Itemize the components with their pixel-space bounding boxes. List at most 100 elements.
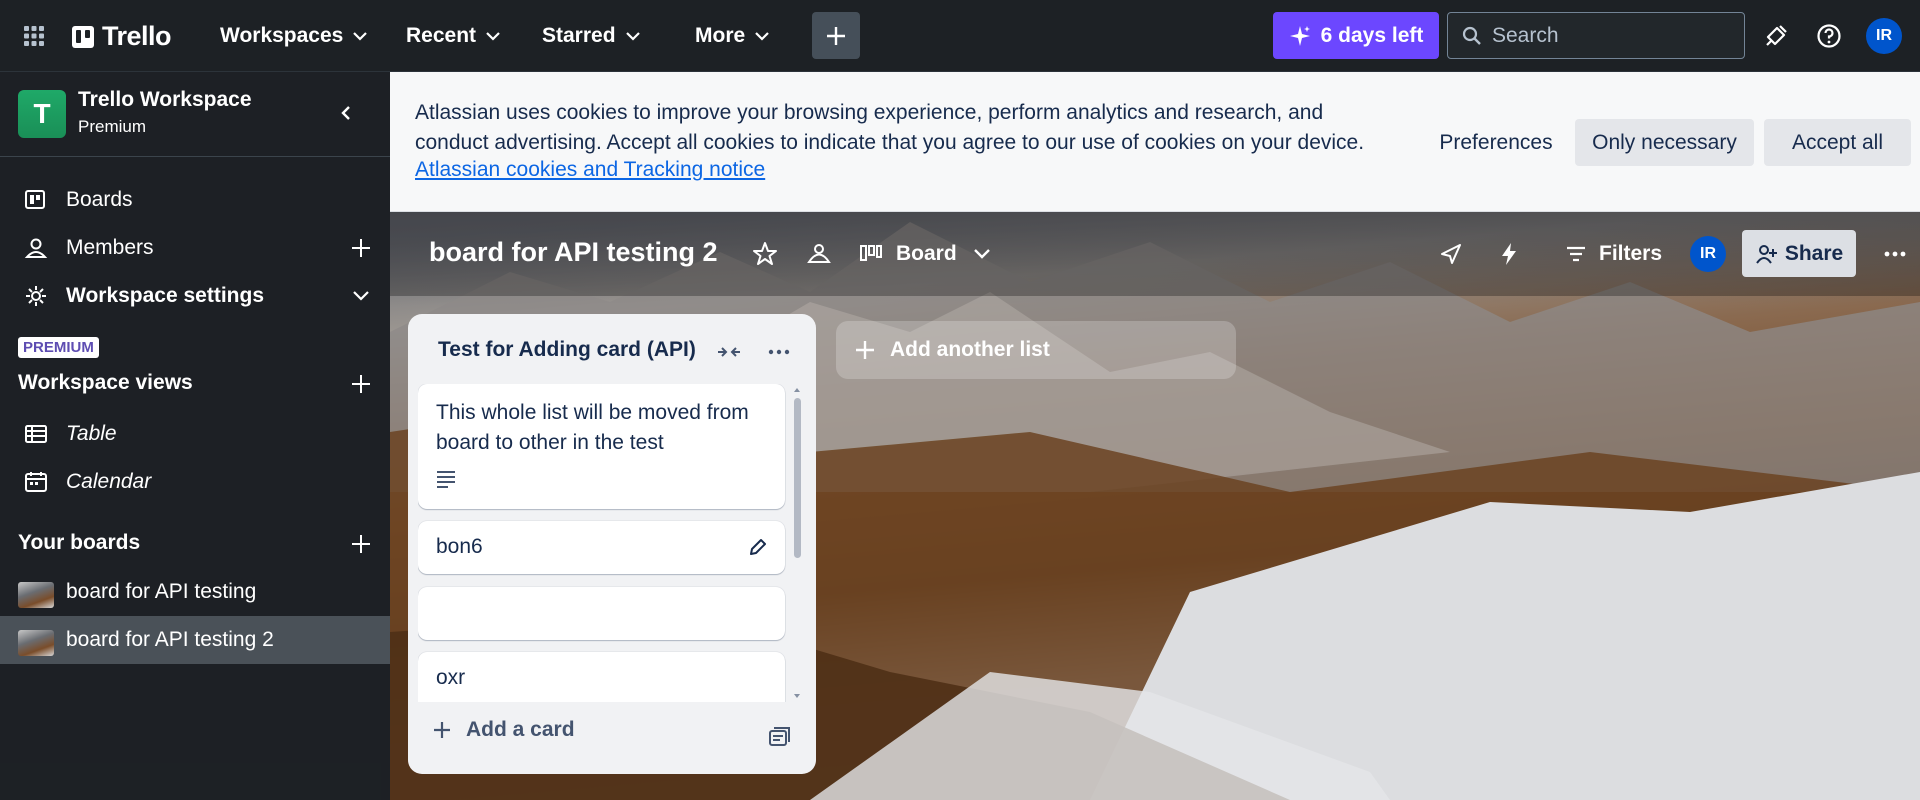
more-options-icon[interactable] [1882, 241, 1908, 267]
filters-button[interactable]: Filters [1565, 232, 1662, 276]
sidebar-board-label: board for API testing [66, 580, 257, 603]
scroll-down-arrow-icon[interactable] [793, 692, 801, 700]
add-view-plus-icon[interactable] [350, 373, 372, 395]
board-view-label: Board [896, 242, 957, 265]
gear-icon [26, 286, 46, 306]
only-necessary-button[interactable]: Only necessary [1575, 119, 1754, 166]
card-title: oxr [436, 666, 466, 689]
chevron-down-icon[interactable] [350, 285, 372, 307]
chevron-down-icon [625, 32, 640, 41]
card[interactable]: bon6 [418, 521, 785, 574]
more-menu[interactable]: More [695, 0, 771, 72]
chevron-down-icon [486, 32, 500, 41]
trial-button[interactable]: 6 days left [1273, 12, 1439, 59]
accept-all-label: Accept all [1791, 130, 1884, 154]
card-title: This whole list will be moved from board… [436, 401, 749, 454]
add-member-plus-icon[interactable] [350, 237, 372, 259]
workspace-initial: T [33, 98, 51, 129]
cookie-tracking-link[interactable]: Atlassian cookies and Tracking notice [415, 158, 765, 182]
sidebar-board-item-active[interactable]: board for API testing 2 [0, 616, 390, 664]
trello-logo-icon [72, 25, 94, 48]
only-necessary-label: Only necessary [1592, 130, 1737, 154]
starred-menu[interactable]: Starred [542, 0, 642, 72]
create-button[interactable] [812, 12, 860, 59]
workspace-plan: Premium [78, 117, 147, 136]
plus-icon [827, 26, 845, 45]
collapse-list-icon[interactable] [716, 340, 742, 364]
premium-badge: PREMIUM [18, 337, 99, 358]
sidebar-item-label: Calendar [66, 470, 152, 493]
edit-pencil-icon[interactable] [748, 537, 768, 557]
share-label: Share [1784, 241, 1844, 265]
sidebar-board-item[interactable]: board for API testing [0, 568, 390, 616]
visibility-workspace-icon[interactable] [806, 241, 832, 267]
workspace-views-title: Workspace views [18, 371, 193, 394]
top-navigation: Trello Workspaces Recent Starred More 6 … [0, 0, 1920, 72]
your-boards-title: Your boards [18, 531, 141, 554]
recent-menu[interactable]: Recent [406, 0, 502, 72]
cookie-preferences-button[interactable]: Preferences [1421, 119, 1571, 166]
share-button[interactable]: Share [1742, 230, 1856, 277]
list-scrollbar[interactable] [791, 386, 803, 702]
table-icon [25, 425, 47, 443]
workspaces-menu[interactable]: Workspaces [220, 0, 369, 72]
board-header: board for API testing 2 Board Filters IR… [390, 212, 1920, 296]
board-title[interactable]: board for API testing 2 [429, 237, 718, 268]
workspace-header: T Trello Workspace Premium [0, 72, 390, 157]
sidebar-item-boards[interactable]: Boards [0, 176, 390, 224]
workspace-name[interactable]: Trello Workspace [78, 88, 252, 112]
calendar-icon [25, 472, 47, 492]
search-icon [1462, 26, 1481, 45]
sidebar-item-workspace-settings[interactable]: Workspace settings [0, 272, 390, 320]
recent-menu-label: Recent [406, 24, 477, 47]
sidebar-item-table[interactable]: Table [0, 410, 390, 458]
card[interactable]: oxr [418, 652, 785, 702]
person-icon [24, 238, 48, 258]
boards-icon [25, 190, 45, 209]
chevron-down-icon [353, 32, 368, 41]
sidebar-board-label: board for API testing 2 [66, 628, 274, 651]
cookie-preferences-label: Preferences [1439, 130, 1553, 154]
add-another-list-button[interactable]: Add another list [836, 321, 1236, 379]
sidebar-item-label: Members [66, 236, 154, 259]
help-icon[interactable] [1816, 23, 1842, 49]
scroll-up-arrow-icon[interactable] [793, 386, 801, 394]
sidebar: T Trello Workspace Premium Boards Member… [0, 72, 390, 800]
card-title: bon6 [436, 535, 483, 558]
plus-icon [434, 722, 450, 738]
cookie-banner: Atlassian uses cookies to improve your b… [390, 72, 1920, 212]
workspaces-menu-label: Workspaces [220, 24, 344, 47]
power-ups-rocket-icon[interactable] [1438, 241, 1464, 267]
automation-lightning-icon[interactable] [1496, 241, 1522, 267]
board-member-initials: IR [1700, 245, 1716, 262]
sidebar-item-calendar[interactable]: Calendar [0, 458, 390, 506]
board-list: Test for Adding card (API) This whole li… [408, 314, 816, 774]
sparkle-icon [1289, 25, 1310, 46]
sidebar-item-members[interactable]: Members [0, 224, 390, 272]
card[interactable]: This whole list will be moved from board… [418, 384, 785, 509]
app-switcher-icon[interactable] [22, 24, 46, 48]
star-icon[interactable] [752, 241, 778, 267]
scrollbar-thumb[interactable] [794, 398, 801, 558]
board-member-avatar[interactable]: IR [1690, 236, 1726, 272]
list-actions-icon[interactable] [766, 340, 792, 364]
starred-menu-label: Starred [542, 24, 616, 47]
chevron-down-icon [973, 249, 990, 259]
more-menu-label: More [695, 24, 746, 47]
notifications-megaphone-icon[interactable] [1763, 23, 1789, 49]
trello-logo-text: Trello [102, 21, 172, 51]
trello-logo[interactable]: Trello [72, 21, 172, 52]
search-input[interactable]: Search [1447, 12, 1745, 59]
card-template-icon[interactable] [768, 727, 790, 749]
user-avatar[interactable]: IR [1866, 18, 1902, 54]
collapse-sidebar-icon[interactable] [332, 99, 360, 127]
board-view-switcher[interactable]: Board [860, 232, 993, 276]
add-board-plus-icon[interactable] [350, 533, 372, 555]
board-view-icon [860, 245, 882, 261]
accept-all-button[interactable]: Accept all [1764, 119, 1911, 166]
add-card-button[interactable]: Add a card [432, 718, 575, 742]
list-title[interactable]: Test for Adding card (API) [438, 338, 696, 362]
filter-icon [1567, 246, 1585, 262]
workspace-avatar[interactable]: T [18, 90, 66, 138]
card[interactable] [418, 587, 785, 640]
